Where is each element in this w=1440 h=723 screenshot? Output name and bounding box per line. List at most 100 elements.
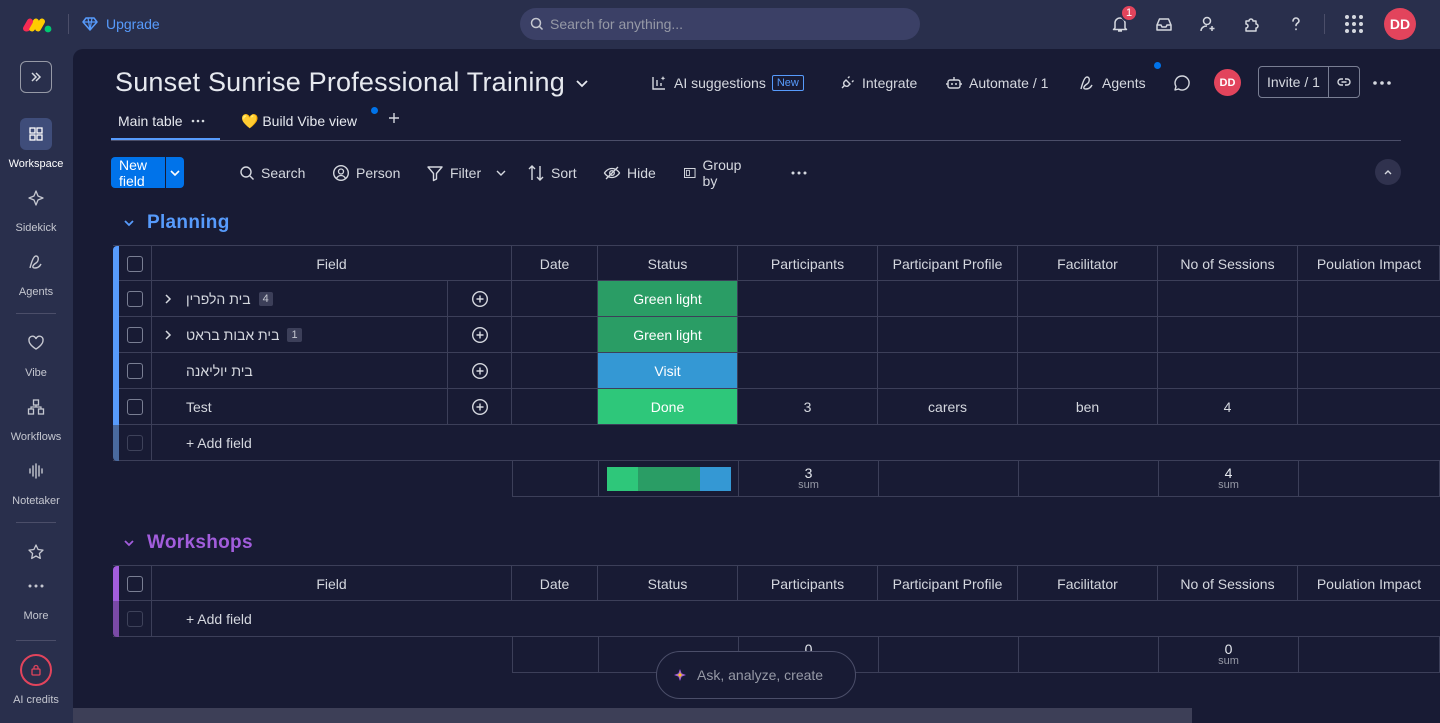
copy-link-button[interactable] bbox=[1329, 67, 1359, 97]
agents-button[interactable]: Agents bbox=[1078, 62, 1161, 95]
sidebar-item-ai-credits[interactable]: AI credits bbox=[0, 654, 72, 706]
row-checkbox[interactable] bbox=[127, 362, 143, 379]
date-cell[interactable] bbox=[512, 317, 598, 352]
participant-profile-cell[interactable] bbox=[878, 281, 1018, 316]
sessions-cell[interactable] bbox=[1158, 353, 1298, 388]
group-by-button[interactable]: Group by bbox=[683, 157, 746, 189]
column-header-date[interactable]: Date bbox=[512, 566, 598, 601]
row-checkbox[interactable] bbox=[127, 398, 143, 415]
invite-button[interactable]: Invite / 1 bbox=[1259, 67, 1329, 97]
population-impact-cell[interactable] bbox=[1298, 353, 1440, 388]
collapse-header-button[interactable] bbox=[1375, 159, 1401, 185]
expand-sidebar-button[interactable] bbox=[20, 61, 52, 93]
add-item-button[interactable]: + Add field bbox=[186, 425, 252, 460]
global-search[interactable] bbox=[520, 8, 920, 40]
expand-subitems-icon[interactable] bbox=[163, 329, 173, 341]
table-row[interactable]: Test Done 3 carers ben 4 bbox=[113, 389, 1440, 425]
column-header-status[interactable]: Status bbox=[598, 246, 738, 281]
invite-members-button[interactable] bbox=[1194, 10, 1222, 38]
apps-button[interactable] bbox=[1238, 10, 1266, 38]
row-checkbox[interactable] bbox=[127, 326, 143, 343]
sidebar-item-sidekick[interactable]: Sidekick bbox=[0, 182, 72, 234]
participant-profile-cell[interactable] bbox=[878, 317, 1018, 352]
hide-button[interactable]: Hide bbox=[603, 157, 656, 188]
table-row[interactable]: בית הלפרין 4 Green light bbox=[113, 281, 1440, 317]
column-header-field[interactable]: Field bbox=[152, 246, 512, 281]
sort-button[interactable]: Sort bbox=[527, 157, 577, 188]
add-item-button[interactable]: + Add field bbox=[186, 601, 252, 636]
tab-menu-icon[interactable] bbox=[191, 119, 205, 123]
facilitator-cell[interactable] bbox=[1018, 281, 1158, 316]
status-cell[interactable]: Done bbox=[598, 389, 738, 424]
expand-subitems-icon[interactable] bbox=[163, 293, 173, 305]
status-cell[interactable]: Visit bbox=[598, 353, 738, 388]
updates-button[interactable] bbox=[1173, 71, 1191, 95]
facilitator-cell[interactable]: ben bbox=[1018, 389, 1158, 424]
column-header-date[interactable]: Date bbox=[512, 246, 598, 281]
participants-cell[interactable] bbox=[738, 281, 878, 316]
tab-main-table[interactable]: Main table bbox=[118, 113, 205, 129]
board-owner-avatar[interactable]: DD bbox=[1214, 69, 1241, 96]
new-field-dropdown[interactable] bbox=[165, 157, 185, 188]
table-row[interactable]: בית יוליאנה Visit bbox=[113, 353, 1440, 389]
add-update-cell[interactable] bbox=[447, 317, 512, 352]
date-cell[interactable] bbox=[512, 389, 598, 424]
filter-dropdown[interactable] bbox=[495, 157, 507, 188]
add-view-button[interactable] bbox=[388, 112, 400, 124]
add-item-row[interactable]: + Add field bbox=[113, 601, 1440, 637]
sessions-cell[interactable]: 4 bbox=[1158, 389, 1298, 424]
date-cell[interactable] bbox=[512, 281, 598, 316]
column-header-facilitator[interactable]: Facilitator bbox=[1018, 246, 1158, 281]
person-filter-button[interactable]: Person bbox=[332, 157, 400, 188]
column-header-status[interactable]: Status bbox=[598, 566, 738, 601]
population-impact-cell[interactable] bbox=[1298, 281, 1440, 316]
sidebar-item-workflows[interactable]: Workflows bbox=[0, 391, 72, 443]
horizontal-scrollbar[interactable] bbox=[73, 708, 1192, 723]
integrate-button[interactable]: Integrate bbox=[838, 71, 917, 95]
table-row[interactable]: בית אבות בראט 1 Green light bbox=[113, 317, 1440, 353]
sidebar-item-favorites[interactable] bbox=[0, 536, 72, 568]
add-update-cell[interactable] bbox=[447, 389, 512, 424]
search-button[interactable]: Search bbox=[239, 157, 305, 188]
select-all-checkbox[interactable] bbox=[127, 575, 143, 592]
filter-button[interactable]: Filter bbox=[426, 157, 481, 188]
column-header-no-of-sessions[interactable]: No of Sessions bbox=[1158, 566, 1298, 601]
add-update-cell[interactable] bbox=[447, 281, 512, 316]
column-header-participants[interactable]: Participants bbox=[738, 566, 878, 601]
facilitator-cell[interactable] bbox=[1018, 317, 1158, 352]
column-header-participant-profile[interactable]: Participant Profile bbox=[878, 566, 1018, 601]
group-title-planning[interactable]: Planning bbox=[123, 212, 230, 234]
global-search-input[interactable] bbox=[550, 16, 890, 32]
date-cell[interactable] bbox=[512, 353, 598, 388]
product-switcher-button[interactable] bbox=[1340, 10, 1368, 38]
inbox-button[interactable] bbox=[1150, 10, 1178, 38]
add-item-row[interactable]: + Add field bbox=[113, 425, 1440, 461]
user-avatar[interactable]: DD bbox=[1384, 8, 1416, 40]
population-impact-cell[interactable] bbox=[1298, 389, 1440, 424]
population-impact-cell[interactable] bbox=[1298, 317, 1440, 352]
facilitator-cell[interactable] bbox=[1018, 353, 1158, 388]
ask-ai-input[interactable]: Ask, analyze, create bbox=[656, 651, 856, 699]
board-menu-button[interactable] bbox=[1373, 71, 1391, 95]
sessions-cell[interactable] bbox=[1158, 281, 1298, 316]
notifications-button[interactable]: 1 bbox=[1106, 4, 1138, 38]
tab-build-vibe-view[interactable]: 💛 Build Vibe view bbox=[241, 113, 357, 130]
status-cell[interactable]: Green light bbox=[598, 281, 738, 316]
summary-status-cell[interactable] bbox=[599, 461, 739, 496]
automate-button[interactable]: Automate / 1 bbox=[945, 71, 1048, 95]
column-header-field[interactable]: Field bbox=[152, 566, 512, 601]
column-header-poulation-impact[interactable]: Poulation Impact bbox=[1298, 566, 1440, 601]
new-field-button[interactable]: New field bbox=[111, 157, 165, 189]
row-checkbox[interactable] bbox=[127, 290, 143, 307]
sidebar-item-more[interactable]: More bbox=[0, 570, 72, 622]
select-all-checkbox[interactable] bbox=[127, 255, 143, 272]
participants-cell[interactable] bbox=[738, 317, 878, 352]
sessions-cell[interactable] bbox=[1158, 317, 1298, 352]
participants-cell[interactable]: 3 bbox=[738, 389, 878, 424]
column-header-no-of-sessions[interactable]: No of Sessions bbox=[1158, 246, 1298, 281]
sidebar-item-workspace[interactable]: Workspace bbox=[0, 118, 72, 170]
sidebar-item-notetaker[interactable]: Notetaker bbox=[0, 455, 72, 507]
column-header-participants[interactable]: Participants bbox=[738, 246, 878, 281]
participant-profile-cell[interactable]: carers bbox=[878, 389, 1018, 424]
upgrade-button[interactable]: Upgrade bbox=[82, 14, 160, 34]
